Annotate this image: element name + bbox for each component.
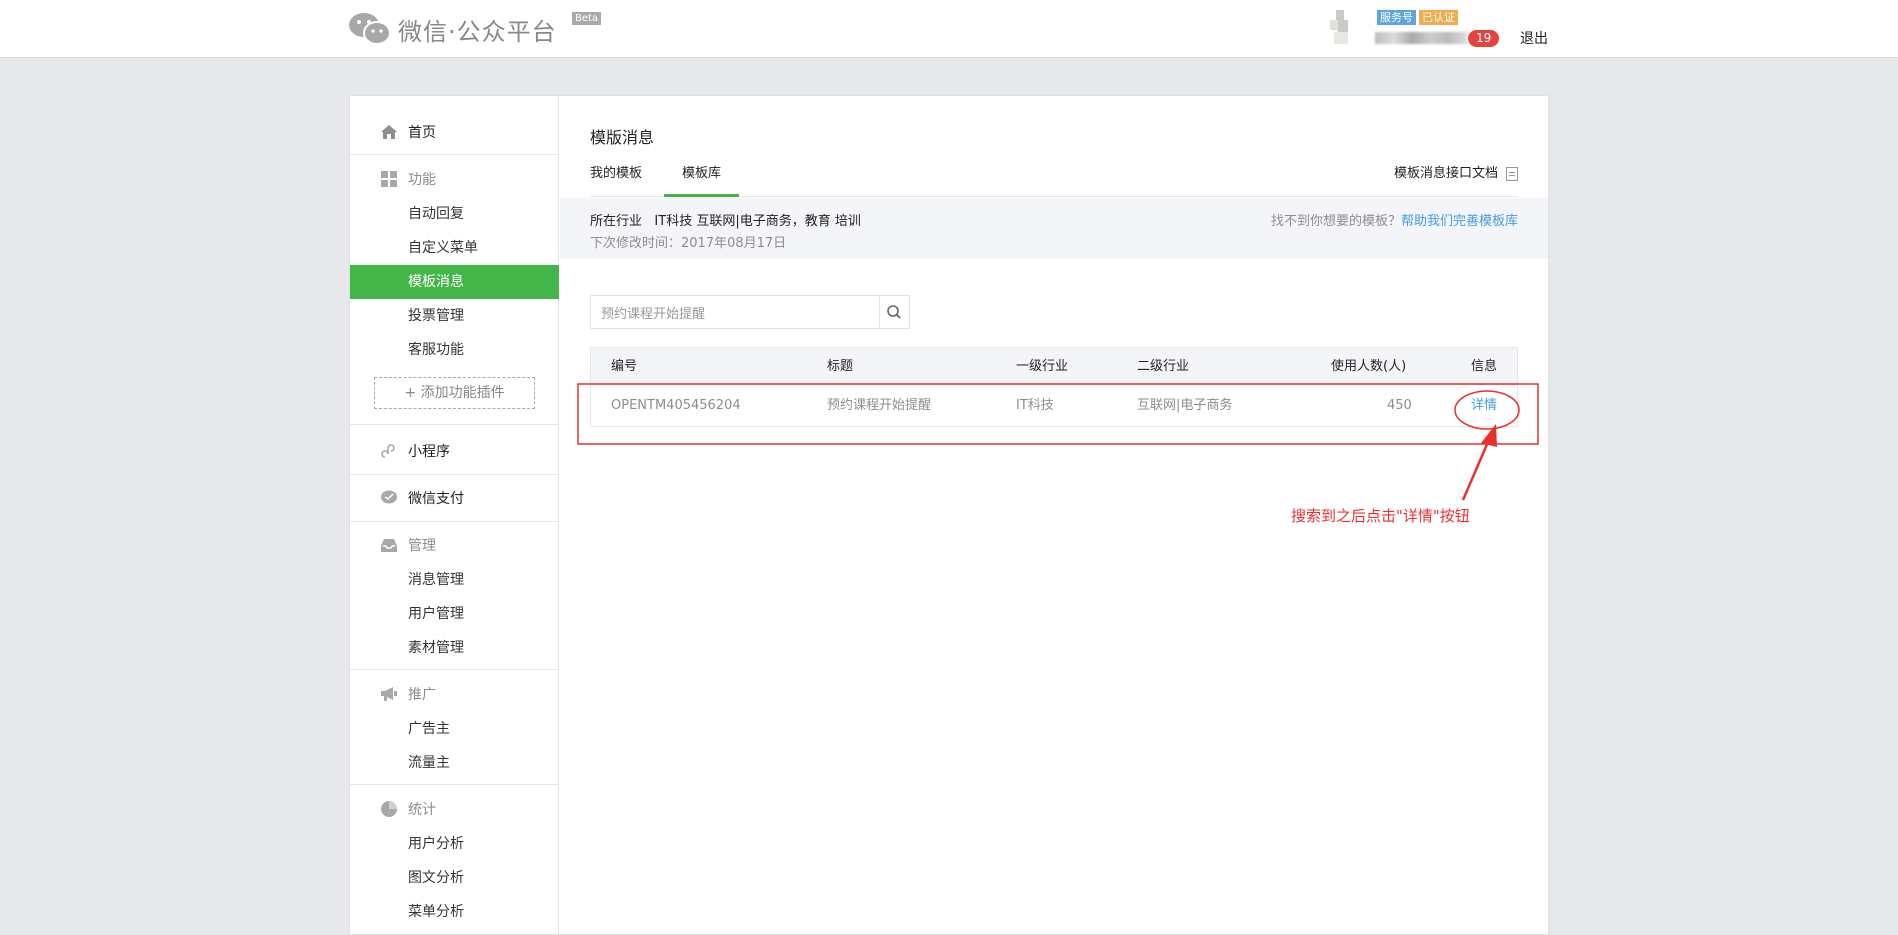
document-icon — [1506, 167, 1518, 181]
help-improve-link[interactable]: 帮助我们完善模板库 — [1401, 214, 1518, 229]
header-id: 编号 — [611, 359, 638, 374]
sidebar-item-customer-service[interactable]: 客服功能 — [350, 333, 559, 367]
industry-value: IT科技 互联网|电子商务，教育 培训 — [654, 214, 861, 229]
header-primary-industry: 一级行业 — [1016, 359, 1069, 374]
sidebar-item-article-analysis[interactable]: 图文分析 — [350, 861, 559, 895]
sidebar-item-menu-analysis[interactable]: 菜单分析 — [350, 895, 559, 929]
sidebar-item-user-management[interactable]: 用户管理 — [350, 597, 559, 631]
header-title: 标题 — [827, 359, 854, 374]
sidebar-section-statistics: 统计 — [350, 794, 559, 824]
inbox-icon — [381, 539, 397, 552]
logo-text: 微信·公众平台 — [398, 17, 557, 46]
divider — [350, 521, 559, 522]
cell-secondary-industry: 互联网|电子商务 — [1137, 398, 1233, 413]
cell-user-count: 450 — [1387, 398, 1412, 413]
sidebar-item-message-management[interactable]: 消息管理 — [350, 563, 559, 597]
sidebar-item-mini-program[interactable]: 小程序 — [350, 436, 559, 466]
add-plugin-button[interactable]: + 添加功能插件 — [374, 377, 535, 409]
plus-icon: + — [404, 385, 421, 401]
header-user-count: 使用人数(人) — [1331, 359, 1407, 374]
header-secondary-industry: 二级行业 — [1137, 359, 1190, 374]
wechat-logo[interactable]: 微信·公众平台 — [348, 10, 557, 48]
search-button[interactable] — [879, 296, 909, 328]
verified-badge: 已认证 — [1419, 10, 1458, 25]
tab-my-templates[interactable]: 我的模板 — [590, 158, 642, 197]
account-name-blurred — [1375, 32, 1467, 44]
sidebar-section-title: 统计 — [408, 802, 436, 818]
sidebar-item-label: 微信支付 — [408, 491, 464, 507]
sidebar-item-auto-reply[interactable]: 自动回复 — [350, 197, 559, 231]
industry-info-bar: 所在行业 IT科技 互联网|电子商务，教育 培训 下次修改时间：2017年08月… — [560, 198, 1548, 259]
wechat-pay-icon — [381, 490, 397, 504]
notification-count-badge[interactable]: 19 — [1468, 30, 1500, 47]
sidebar-item-user-analysis[interactable]: 用户分析 — [350, 827, 559, 861]
api-doc-link[interactable]: 模板消息接口文档 — [1394, 158, 1518, 190]
header-info: 信息 — [1471, 359, 1498, 374]
service-account-badge: 服务号 — [1377, 10, 1416, 25]
divider — [350, 474, 559, 475]
help-text: 找不到你想要的模板？帮助我们完善模板库 — [1271, 210, 1518, 229]
tab-bar: 我的模板 模板库 模板消息接口文档 — [590, 158, 1518, 197]
sidebar-section-title: 推广 — [408, 687, 436, 703]
cell-id: OPENTM405456204 — [611, 398, 741, 413]
divider — [350, 669, 559, 670]
sidebar-item-publisher[interactable]: 流量主 — [350, 746, 559, 780]
tab-template-library[interactable]: 模板库 — [664, 158, 740, 197]
help-prompt: 找不到你想要的模板？ — [1270, 214, 1401, 229]
sidebar-item-template-message[interactable]: 模板消息 — [350, 265, 559, 299]
table-row: OPENTM405456204 预约课程开始提醒 IT科技 互联网|电子商务 4… — [590, 385, 1518, 427]
avatar[interactable] — [1330, 10, 1352, 46]
sidebar-section-management: 管理 — [350, 530, 559, 560]
api-doc-label: 模板消息接口文档 — [1393, 166, 1498, 181]
page-title: 模版消息 — [590, 128, 655, 147]
table-header: 编号 标题 一级行业 二级行业 使用人数(人) 信息 — [590, 347, 1518, 385]
detail-link[interactable]: 详情 — [1471, 385, 1497, 427]
sidebar-section-title: 功能 — [408, 172, 436, 188]
sidebar-item-home[interactable]: 首页 — [350, 117, 559, 147]
industry-label: 所在行业 — [590, 214, 643, 229]
sidebar-item-material-management[interactable]: 素材管理 — [350, 631, 559, 665]
home-icon — [381, 125, 397, 139]
sidebar-section-features: 功能 — [350, 164, 559, 194]
search-icon — [887, 305, 901, 319]
add-plugin-label: 添加功能插件 — [420, 385, 505, 401]
sidebar-item-wechat-pay[interactable]: 微信支付 — [350, 483, 559, 513]
annotation-text: 搜索到之后点击"详情"按钮 — [1291, 507, 1470, 525]
sidebar-item-advertiser[interactable]: 广告主 — [350, 712, 559, 746]
logout-link[interactable]: 退出 — [1520, 28, 1548, 48]
wechat-icon — [349, 13, 391, 45]
megaphone-icon — [381, 687, 397, 701]
sidebar-item-custom-menu[interactable]: 自定义菜单 — [350, 231, 559, 265]
cell-title: 预约课程开始提醒 — [827, 398, 932, 413]
sidebar-item-label: 首页 — [408, 125, 436, 141]
sidebar-section-title: 管理 — [408, 538, 436, 554]
top-header: 微信·公众平台 Beta 服务号 已认证 19 退出 — [0, 0, 1898, 58]
cell-primary-industry: IT科技 — [1016, 398, 1054, 413]
grid-icon — [381, 171, 397, 187]
search-box — [590, 295, 910, 329]
beta-badge: Beta — [572, 12, 602, 25]
search-input[interactable] — [591, 296, 880, 328]
mini-program-icon — [381, 444, 395, 458]
sidebar-item-label: 小程序 — [408, 444, 450, 460]
pie-chart-icon — [381, 801, 397, 817]
divider — [350, 154, 559, 155]
industry-line: 所在行业 IT科技 互联网|电子商务，教育 培训 — [590, 210, 861, 229]
divider — [350, 784, 559, 785]
sidebar: 首页 功能 自动回复 自定义菜单 模板消息 投票管理 客服功能 + 添加功能插件… — [350, 96, 559, 935]
sidebar-item-vote-management[interactable]: 投票管理 — [350, 299, 559, 333]
divider — [350, 424, 559, 425]
next-modify-time: 下次修改时间：2017年08月17日 — [590, 236, 787, 251]
sidebar-section-promotion: 推广 — [350, 679, 559, 709]
